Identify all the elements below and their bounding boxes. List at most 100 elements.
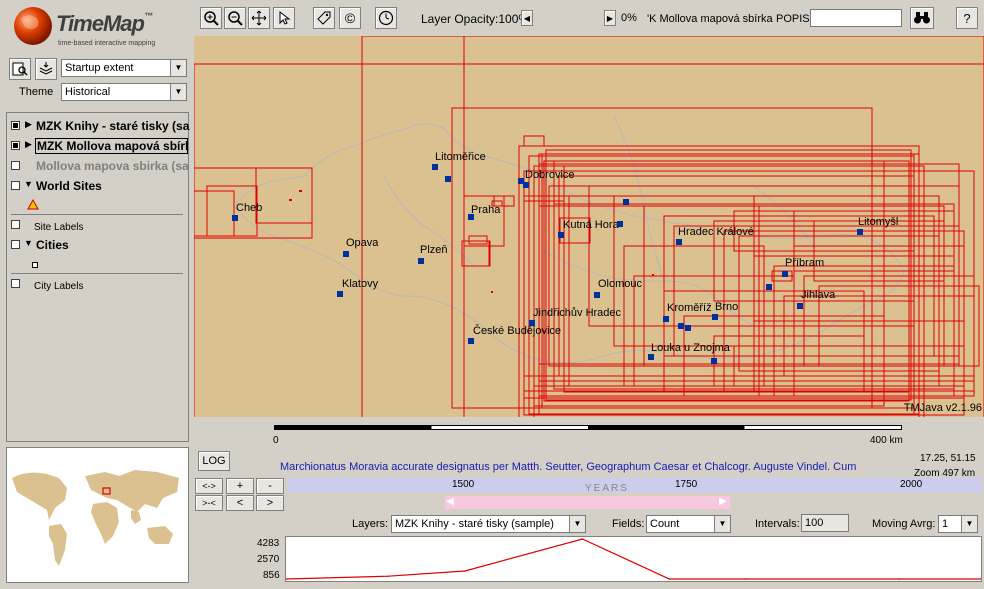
layer-item-cities[interactable]: Cities (36, 238, 69, 252)
find-button[interactable] (910, 7, 934, 29)
fields-select[interactable]: Count ▼ (646, 515, 731, 533)
timeline-back-button[interactable]: < (226, 495, 254, 511)
city-marker[interactable] (676, 239, 682, 245)
city-marker[interactable] (337, 291, 343, 297)
layers-edit-icon (39, 62, 53, 75)
extent-select[interactable]: Startup extent ▼ (61, 59, 187, 77)
city-marker[interactable] (418, 258, 424, 264)
layer-checkbox-city-labels[interactable] (11, 279, 20, 288)
layer-item-mollova-sample[interactable]: Mollova mapova sbirka (sa (36, 159, 189, 173)
theme-select[interactable]: Historical ▼ (61, 83, 187, 101)
zoom-out-icon (228, 11, 243, 26)
city-marker[interactable] (558, 232, 564, 238)
city-label: Dobrovice (525, 169, 575, 181)
timeline-track[interactable] (288, 478, 982, 492)
timeline-zoom-out-button[interactable]: - (256, 478, 284, 494)
popis-search-input[interactable] (810, 9, 902, 27)
layer-checkbox-site-labels[interactable] (11, 220, 20, 229)
opacity-decrease-button[interactable]: ◀ (521, 10, 533, 26)
city-marker[interactable] (857, 229, 863, 235)
overview-map[interactable] (6, 447, 189, 583)
layer-checkbox-mollova[interactable] (11, 141, 20, 150)
city-marker[interactable] (663, 316, 669, 322)
city-label: Brno (715, 301, 738, 313)
layer-item-world-sites[interactable]: World Sites (36, 179, 102, 193)
timeline-zoom-in-button[interactable]: + (226, 478, 254, 494)
y-tick-label: 4283 (257, 538, 280, 549)
log-button[interactable]: LOG (198, 451, 230, 471)
help-button[interactable]: ? (956, 7, 978, 29)
scale-bar (274, 425, 902, 430)
layer-checkbox-world-sites[interactable] (11, 181, 20, 190)
city-marker[interactable] (468, 338, 474, 344)
city-marker[interactable] (523, 182, 529, 188)
select-pointer-button[interactable] (273, 7, 295, 29)
city-label: Jihlava (801, 289, 836, 301)
city-marker[interactable] (617, 221, 623, 227)
layer-checkbox-cities[interactable] (11, 240, 20, 249)
city-marker[interactable] (594, 292, 600, 298)
time-range-selector[interactable] (445, 496, 730, 509)
timeline-forward-button[interactable]: > (256, 495, 284, 511)
collapse-arrow-icon[interactable]: ▼ (24, 179, 33, 189)
identify-button[interactable] (9, 58, 31, 80)
city-marker[interactable] (766, 284, 772, 290)
layer-checkbox-mollova-sample[interactable] (11, 161, 20, 170)
city-marker[interactable] (343, 251, 349, 257)
city-marker[interactable] (712, 314, 718, 320)
timeline-collapse-button[interactable]: >-< (195, 495, 223, 511)
clock-button[interactable] (375, 7, 397, 29)
histogram-svg (285, 538, 982, 580)
collapse-arrow-icon[interactable]: ▼ (24, 238, 33, 248)
city-marker[interactable] (445, 176, 451, 182)
layer-checkbox-knihy[interactable] (11, 121, 20, 130)
opacity-increase-button[interactable]: ▶ (604, 10, 616, 26)
zoom-out-button[interactable] (224, 7, 246, 29)
layer-item-site-labels[interactable]: Site Labels (34, 222, 83, 233)
city-label: Hradec Králové (678, 226, 754, 238)
city-marker[interactable] (432, 164, 438, 170)
opacity-slider-track[interactable] (534, 10, 602, 26)
pan-button[interactable] (248, 7, 270, 29)
city-marker[interactable] (782, 271, 788, 277)
city-marker[interactable] (623, 199, 629, 205)
intervals-input[interactable]: 100 (801, 514, 849, 532)
city-label: Praha (471, 204, 501, 216)
expand-arrow-icon[interactable]: ▶ (25, 139, 32, 150)
opacity-right-value: 0% (621, 12, 637, 24)
city-marker[interactable] (711, 358, 717, 364)
city-marker-legend-icon (32, 262, 38, 268)
world-map-icon (12, 470, 179, 566)
moving-avg-select[interactable]: 1 ▼ (938, 515, 978, 533)
timeline-tick-1500: 1500 (452, 479, 475, 490)
count-series-line (285, 538, 981, 580)
city-marker[interactable] (678, 323, 684, 329)
timeline-expand-button[interactable]: <-> (195, 478, 223, 494)
layer-item-mollova[interactable]: MZK Mollova mapová sbírk (35, 138, 188, 154)
tag-icon (317, 11, 331, 25)
city-marker[interactable] (232, 215, 238, 221)
layer-order-button[interactable] (35, 58, 57, 80)
app-logo: TimeMap™ time-based interactive mapping (8, 3, 188, 51)
moving-avg-label: Moving Avrg: (872, 518, 936, 530)
city-label: Cheb (236, 202, 262, 214)
city-marker[interactable] (685, 325, 691, 331)
logo-subtitle: time-based interactive mapping (58, 40, 156, 47)
help-icon: ? (963, 10, 971, 26)
range-left-handle-icon[interactable]: ◀ (446, 496, 454, 507)
chevron-down-icon: ▼ (961, 516, 977, 532)
expand-arrow-icon[interactable]: ▶ (25, 119, 32, 130)
zoom-in-button[interactable] (200, 7, 222, 29)
copyright-button[interactable]: © (339, 7, 361, 29)
chart-layer-select[interactable]: MZK Knihy - staré tisky (sample) ▼ (391, 515, 586, 533)
city-marker[interactable] (797, 303, 803, 309)
feature-description: Marchionatus Moravia accurate designatus… (280, 461, 857, 473)
range-right-handle-icon[interactable]: ▶ (719, 496, 727, 507)
layer-item-city-labels[interactable]: City Labels (34, 281, 83, 292)
popis-label: POPIS (776, 13, 810, 25)
layer-item-knihy[interactable]: MZK Knihy - staré tisky (sa (36, 119, 189, 133)
main-map[interactable]: Litoměřice Dobrovice Cheb Praha Kutná Hora Hr… (194, 36, 984, 417)
city-label: Jindřichův Hradec (533, 307, 622, 319)
tag-button[interactable] (313, 7, 335, 29)
city-marker[interactable] (648, 354, 654, 360)
